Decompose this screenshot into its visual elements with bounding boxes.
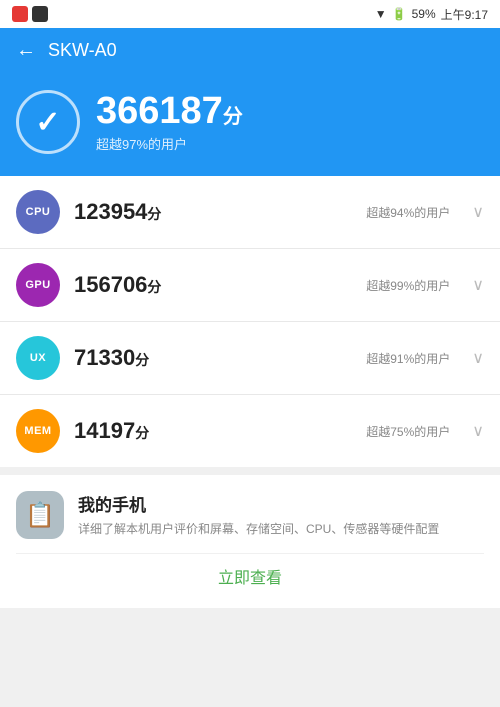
cpu-score-row[interactable]: CPU 123954分 超越94%的用户 ∨ bbox=[0, 176, 500, 249]
time-display: 上午9:17 bbox=[441, 6, 488, 23]
app-icon-dark bbox=[32, 6, 48, 22]
ux-chevron-icon: ∨ bbox=[472, 348, 484, 368]
cpu-subtext: 超越94%的用户 bbox=[366, 204, 450, 221]
ux-score: 71330分 bbox=[74, 345, 352, 371]
status-left bbox=[12, 6, 48, 22]
section-divider bbox=[0, 467, 500, 475]
header-title: SKW-A0 bbox=[48, 40, 117, 61]
gpu-badge: GPU bbox=[16, 263, 60, 307]
cpu-score: 123954分 bbox=[74, 199, 352, 225]
scores-section: CPU 123954分 超越94%的用户 ∨ GPU 156706分 超越99%… bbox=[0, 176, 500, 467]
total-score: 366187分 bbox=[96, 92, 243, 130]
check-mark-icon: ✓ bbox=[35, 105, 60, 140]
phone-text-block: 我的手机 详细了解本机用户评价和屏幕、存储空间、CPU、传感器等硬件配置 bbox=[78, 491, 439, 538]
status-icons: ▼ 🔋 59% 上午9:17 bbox=[375, 6, 488, 23]
app-header: ← SKW-A0 bbox=[0, 28, 500, 72]
mem-subtext: 超越75%的用户 bbox=[366, 423, 450, 440]
mem-chevron-icon: ∨ bbox=[472, 421, 484, 441]
score-info: 366187分 超越97%的用户 bbox=[96, 92, 243, 153]
gpu-subtext: 超越99%的用户 bbox=[366, 277, 450, 294]
status-bar: ▼ 🔋 59% 上午9:17 bbox=[0, 0, 500, 28]
gpu-score: 156706分 bbox=[74, 272, 352, 298]
wifi-icon: ▼ bbox=[375, 7, 387, 21]
back-button[interactable]: ← bbox=[16, 39, 36, 62]
cpu-chevron-icon: ∨ bbox=[472, 202, 484, 222]
my-phone-title: 我的手机 bbox=[78, 491, 439, 516]
score-banner: ✓ 366187分 超越97%的用户 bbox=[0, 72, 500, 176]
ux-subtext: 超越91%的用户 bbox=[366, 350, 450, 367]
my-phone-top: 📋 我的手机 详细了解本机用户评价和屏幕、存储空间、CPU、传感器等硬件配置 bbox=[16, 491, 484, 539]
phone-icon-badge: 📋 bbox=[16, 491, 64, 539]
mem-badge: MEM bbox=[16, 409, 60, 453]
gpu-score-row[interactable]: GPU 156706分 超越99%的用户 ∨ bbox=[0, 249, 500, 322]
mem-score: 14197分 bbox=[74, 418, 352, 444]
app-icon-red bbox=[12, 6, 28, 22]
score-subtext: 超越97%的用户 bbox=[96, 134, 243, 153]
check-circle: ✓ bbox=[16, 90, 80, 154]
ux-score-row[interactable]: UX 71330分 超越91%的用户 ∨ bbox=[0, 322, 500, 395]
gpu-chevron-icon: ∨ bbox=[472, 275, 484, 295]
cpu-badge: CPU bbox=[16, 190, 60, 234]
mem-score-row[interactable]: MEM 14197分 超越75%的用户 ∨ bbox=[0, 395, 500, 467]
check-now-button[interactable]: 立即查看 bbox=[16, 553, 484, 592]
phone-document-icon: 📋 bbox=[25, 501, 55, 530]
ux-badge: UX bbox=[16, 336, 60, 380]
my-phone-card: 📋 我的手机 详细了解本机用户评价和屏幕、存储空间、CPU、传感器等硬件配置 立… bbox=[0, 475, 500, 608]
battery-percentage: 59% bbox=[412, 7, 436, 21]
my-phone-description: 详细了解本机用户评价和屏幕、存储空间、CPU、传感器等硬件配置 bbox=[78, 520, 439, 538]
battery-icon: 🔋 bbox=[392, 7, 407, 21]
